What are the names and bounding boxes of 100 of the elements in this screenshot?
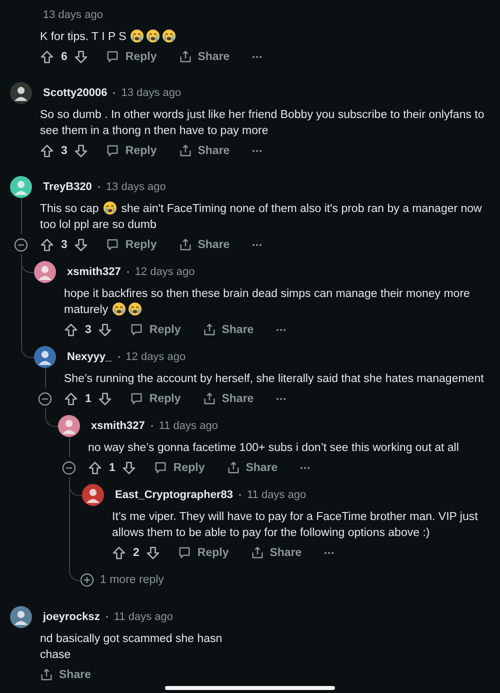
downvote-icon[interactable] <box>98 322 112 336</box>
share-button[interactable]: Share <box>202 323 254 336</box>
vote-count: 6 <box>61 50 68 62</box>
speech-bubble-icon <box>154 461 168 474</box>
username[interactable]: xsmith327 <box>67 266 121 278</box>
share-button[interactable]: Share <box>178 238 230 251</box>
timestamp: 12 days ago <box>134 266 195 278</box>
vote-count: 3 <box>61 238 68 250</box>
downvote-icon[interactable] <box>74 144 88 158</box>
crying-face-icon <box>146 29 160 43</box>
vote-count: 3 <box>61 144 68 156</box>
speech-bubble-icon <box>130 323 144 336</box>
timestamp: 11 days ago <box>158 420 218 432</box>
user-avatar[interactable] <box>82 484 104 506</box>
more-options-icon[interactable] <box>276 396 286 400</box>
more-replies-button[interactable]: 1 more reply <box>80 573 164 587</box>
username[interactable]: xsmith327 <box>91 420 145 432</box>
comment-text: It’s me viper. They will have to pay for a FaceTime brother man. VIP just allows them to be able to pay for the following options above :) <box>112 510 479 541</box>
username[interactable]: TreyB320 <box>43 181 92 193</box>
user-avatar[interactable] <box>10 82 32 104</box>
vote-count: 2 <box>133 546 140 558</box>
speech-bubble-icon <box>106 50 120 63</box>
reply-button[interactable]: Reply <box>106 144 157 157</box>
share-button[interactable]: Share <box>226 461 278 474</box>
comment-text: So so dumb . In other words just like her friend Bobby you subscribe to their onlyfans to see them in a thong n then have to pay more <box>40 108 486 139</box>
crying-face-icon <box>103 201 117 215</box>
speech-bubble-icon <box>106 144 120 157</box>
plus-icon <box>80 573 94 587</box>
username[interactable]: Scotty20006 <box>43 87 108 99</box>
user-avatar[interactable] <box>10 606 32 628</box>
reply-button[interactable]: Reply <box>154 461 205 474</box>
vote-count: 1 <box>85 392 92 404</box>
separator-dot <box>239 494 241 496</box>
more-options-icon[interactable] <box>252 148 262 152</box>
share-button[interactable]: Share <box>250 546 302 559</box>
separator-dot <box>106 616 108 618</box>
comment-text: nd basically got scammed she hasn chase <box>40 632 224 663</box>
user-avatar[interactable] <box>58 415 80 437</box>
share-icon <box>250 546 264 559</box>
share-button[interactable]: Share <box>202 392 254 405</box>
reply-button[interactable]: Reply <box>106 50 157 63</box>
reply-button[interactable]: Reply <box>130 392 181 405</box>
speech-bubble-icon <box>106 238 120 251</box>
separator-dot <box>113 92 116 94</box>
comment-text: hope it backfires so then these brain dead simps can manage their money more maturely <box>64 287 471 318</box>
comment-text: This so cap she ain't FaceTiming none of them also it's prob ran by a manager now too lol ppl are so dumb <box>40 200 483 233</box>
vote-count: 3 <box>85 324 92 336</box>
crying-face-icon <box>112 302 126 316</box>
user-avatar[interactable] <box>10 176 32 198</box>
crying-face-icon <box>128 302 142 316</box>
username[interactable]: Nexyyy_ <box>67 351 112 363</box>
upvote-icon[interactable] <box>88 460 102 474</box>
share-icon <box>178 144 192 157</box>
downvote-icon[interactable] <box>146 546 160 560</box>
timestamp: 12 days ago <box>126 351 186 363</box>
vote-count: 1 <box>109 462 116 474</box>
reply-button[interactable]: Reply <box>130 323 181 336</box>
share-icon <box>178 50 192 63</box>
comment-text: K for tips. T I P S <box>40 26 500 46</box>
downvote-icon[interactable] <box>98 392 112 406</box>
share-button[interactable]: Share <box>178 144 230 157</box>
user-avatar[interactable] <box>34 261 56 283</box>
upvote-icon[interactable] <box>64 322 78 336</box>
separator-dot <box>118 356 120 358</box>
reply-button[interactable]: Reply <box>178 546 229 559</box>
share-button[interactable]: Share <box>178 50 230 63</box>
downvote-icon[interactable] <box>74 238 88 252</box>
username[interactable]: joeyrocksz <box>43 611 100 623</box>
upvote-icon[interactable] <box>40 238 54 252</box>
share-icon <box>178 238 192 251</box>
more-options-icon[interactable] <box>300 466 310 470</box>
upvote-icon[interactable] <box>112 546 126 560</box>
timestamp: 11 days ago <box>114 611 173 623</box>
comment-text: She’s running the account by herself, she literally said that she hates management <box>64 372 485 387</box>
downvote-icon[interactable] <box>74 50 88 64</box>
separator-dot <box>98 186 100 188</box>
downvote-icon[interactable] <box>122 460 136 474</box>
crying-face-icon <box>162 29 176 43</box>
timestamp: 13 days ago <box>106 181 166 193</box>
speech-bubble-icon <box>130 392 144 405</box>
username[interactable]: East_Cryptographer83 <box>115 489 233 501</box>
share-button[interactable]: Share <box>40 668 91 681</box>
more-options-icon[interactable] <box>276 328 286 332</box>
upvote-icon[interactable] <box>40 144 54 158</box>
user-avatar[interactable] <box>34 346 56 368</box>
timestamp: 11 days ago <box>247 489 306 501</box>
upvote-icon[interactable] <box>64 392 78 406</box>
more-options-icon[interactable] <box>324 550 334 554</box>
reply-button[interactable]: Reply <box>106 238 157 251</box>
timestamp: 13 days ago <box>43 9 103 21</box>
share-icon <box>202 392 216 405</box>
share-icon <box>40 668 53 681</box>
more-options-icon[interactable] <box>252 54 262 58</box>
upvote-icon[interactable] <box>40 50 54 64</box>
timestamp: 13 days ago <box>121 87 182 99</box>
crying-face-icon <box>130 29 144 43</box>
more-options-icon[interactable] <box>252 242 262 246</box>
separator-dot <box>126 271 129 273</box>
separator-dot <box>150 425 153 427</box>
comment-text: no way she’s gonna facetime 100+ subs i don’t see this working out at all <box>88 441 460 456</box>
